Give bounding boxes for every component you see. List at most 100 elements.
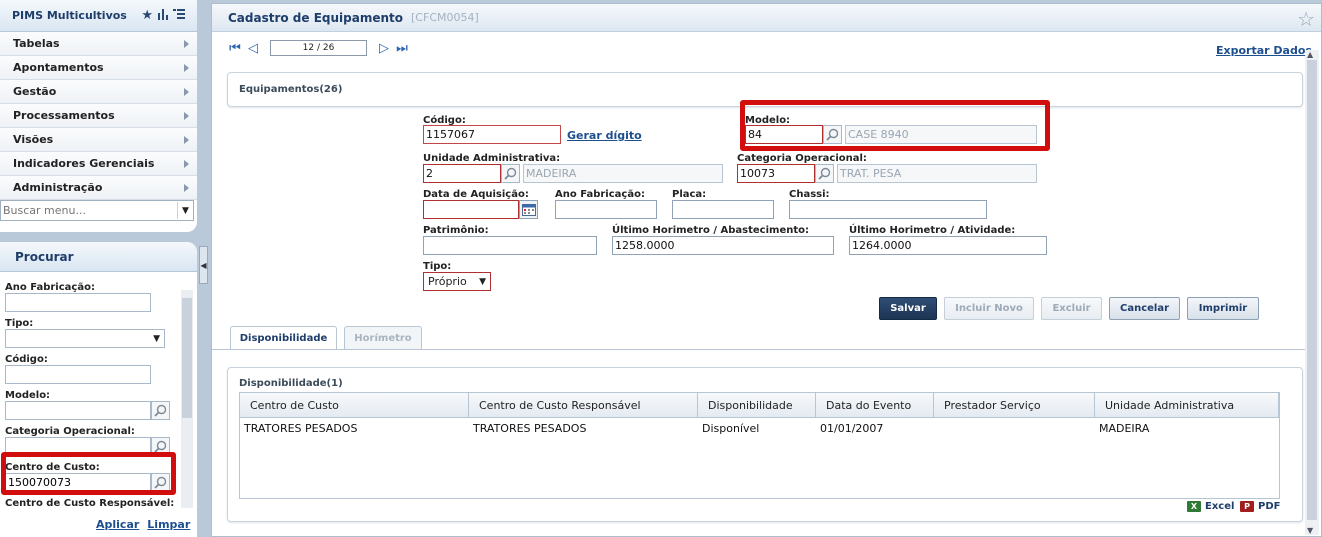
categoria-op-description <box>837 164 1037 183</box>
scroll-down-icon[interactable]: ▼ <box>1307 526 1313 535</box>
unidade-adm-input[interactable] <box>423 164 501 183</box>
calendar-icon[interactable] <box>519 200 538 219</box>
menu-item-1[interactable]: Apontamentos <box>0 56 197 80</box>
record-pager: ⏮ ◁ 12 / 26 ▷ ⏭ <box>228 40 409 56</box>
apply-link[interactable]: Aplicar <box>96 518 139 531</box>
cancel-button[interactable]: Cancelar <box>1109 297 1180 320</box>
list-icon[interactable] <box>173 8 185 24</box>
categoria-op-input[interactable] <box>737 164 815 183</box>
table-cell: Disponível <box>702 421 760 435</box>
bar-chart-icon[interactable] <box>157 8 169 24</box>
search-modelo-label: Modelo: <box>5 390 51 401</box>
grid-column-header[interactable]: Disponibilidade <box>698 393 816 417</box>
menu-list: Tabelas Apontamentos Gestão Processamentos V… <box>0 32 197 200</box>
delete-button[interactable]: Excluir <box>1041 297 1102 320</box>
search-modelo-input[interactable] <box>5 401 151 420</box>
next-record-icon[interactable]: ▷ <box>377 41 391 56</box>
grid-column-header[interactable]: Centro de Custo <box>240 393 469 417</box>
grid-column-header[interactable]: Data do Evento <box>816 393 934 417</box>
pdf-icon: P <box>1240 501 1254 512</box>
scroll-up-icon[interactable]: ▲ <box>1307 50 1313 59</box>
search-icon[interactable] <box>151 401 170 420</box>
menu-item-3[interactable]: Processamentos <box>0 104 197 128</box>
table-cell: 01/01/2007 <box>820 421 884 435</box>
table-cell: MADEIRA <box>1099 421 1150 435</box>
menu-search[interactable]: ▼ <box>0 200 194 221</box>
grid-column-header[interactable]: Prestador Serviço <box>934 393 1095 417</box>
patrimonio-label: Patrimônio: <box>423 225 489 236</box>
grid-column-header[interactable]: Centro de Custo Responsável <box>469 393 698 417</box>
chevron-right-icon <box>184 159 189 168</box>
last-record-icon[interactable]: ⏭ <box>395 41 409 56</box>
include-new-button[interactable]: Incluir Novo <box>944 297 1034 320</box>
disponibilidade-grid: Centro de Custo Centro de Custo Responsáv… <box>239 392 1280 499</box>
data-aquisicao-input[interactable] <box>423 200 519 219</box>
highlight-box <box>740 100 1050 151</box>
gerar-digito-link[interactable]: Gerar dígito <box>567 129 642 142</box>
print-button[interactable]: Imprimir <box>1187 297 1259 320</box>
ult-hor-ativ-input[interactable] <box>849 236 1047 255</box>
chevron-right-icon <box>184 39 189 48</box>
menu-item-6[interactable]: Administração <box>0 176 197 200</box>
grid-header: Centro de Custo Centro de Custo Responsáv… <box>240 393 1279 418</box>
ano-fabricacao-input[interactable] <box>555 200 657 219</box>
menu-item-label: Gestão <box>13 85 57 98</box>
search-ano-input[interactable] <box>5 293 151 312</box>
table-row[interactable]: TRATORES PESADOS TRATORES PESADOS Disponív… <box>240 418 1279 438</box>
main-scrollbar[interactable]: ▲ ▼ <box>1305 50 1319 535</box>
menu-item-5[interactable]: Indicadores Gerenciais <box>0 152 197 176</box>
first-record-icon[interactable]: ⏮ <box>228 41 242 56</box>
search-icon[interactable] <box>501 164 520 183</box>
tab-disponibilidade[interactable]: Disponibilidade <box>230 326 337 350</box>
tab-horimetro[interactable]: Horímetro <box>344 326 422 349</box>
previous-record-icon[interactable]: ◁ <box>246 41 260 56</box>
chevron-right-icon <box>184 63 189 72</box>
tipo-select[interactable]: Próprio ▼ <box>423 272 491 291</box>
search-codigo-input[interactable] <box>5 365 151 384</box>
menu-item-label: Processamentos <box>13 109 115 122</box>
placa-input[interactable] <box>672 200 774 219</box>
scrollbar-thumb[interactable] <box>1307 60 1317 520</box>
main-header: Cadastro de Equipamento [CFCM0054] <box>212 4 1321 32</box>
excel-icon: X <box>1187 501 1201 512</box>
chevron-down-icon: ▼ <box>479 276 486 287</box>
search-panel-scrollbar[interactable] <box>181 290 193 508</box>
search-icon[interactable] <box>815 164 834 183</box>
search-panel: Procurar Ano Fabricação: Tipo: ▼ Código:… <box>0 242 197 537</box>
scrollbar-thumb[interactable] <box>182 298 192 418</box>
menu-item-label: Apontamentos <box>13 61 104 74</box>
unidade-adm-description <box>523 164 723 183</box>
search-codigo-label: Código: <box>5 354 48 365</box>
search-tipo-select[interactable]: ▼ <box>5 329 165 348</box>
pdf-export[interactable]: P PDF <box>1240 501 1280 512</box>
collapse-panel-button[interactable]: ◀ <box>199 246 208 284</box>
main-panel: Cadastro de Equipamento [CFCM0054] ☆ ⏮ ◁… <box>211 3 1322 537</box>
menu-item-label: Tabelas <box>13 37 60 50</box>
export-data-link[interactable]: Exportar Dados <box>1216 44 1312 57</box>
menu-item-label: Indicadores Gerenciais <box>13 157 155 170</box>
equipment-section-title: Equipamentos(26) <box>239 84 343 95</box>
chevron-down-icon[interactable]: ▼ <box>177 202 193 219</box>
save-button[interactable]: Salvar <box>879 297 937 320</box>
ult-hor-abast-input[interactable] <box>612 236 834 255</box>
menu-item-0[interactable]: Tabelas <box>0 32 197 56</box>
grid-column-header[interactable]: Unidade Administrativa <box>1095 393 1279 417</box>
data-aquisicao-label: Data de Aquisição: <box>423 189 529 200</box>
chevron-right-icon <box>184 87 189 96</box>
excel-export[interactable]: X Excel <box>1187 501 1234 512</box>
search-tipo-label: Tipo: <box>5 318 34 329</box>
patrimonio-input[interactable] <box>423 236 597 255</box>
menu-item-4[interactable]: Visões <box>0 128 197 152</box>
categoria-op-label: Categoria Operacional: <box>737 153 867 164</box>
page-indicator[interactable]: 12 / 26 <box>270 40 367 56</box>
clear-link[interactable]: Limpar <box>147 518 190 531</box>
table-cell: TRATORES PESADOS <box>244 421 358 435</box>
codigo-input[interactable] <box>423 125 561 144</box>
star-icon[interactable]: ★ <box>141 8 153 24</box>
chevron-down-icon: ▼ <box>153 333 160 344</box>
search-panel-title: Procurar <box>0 242 197 272</box>
menu-search-input[interactable] <box>1 201 177 220</box>
favorite-star-icon[interactable]: ☆ <box>1297 7 1315 31</box>
chassi-input[interactable] <box>789 200 987 219</box>
menu-item-2[interactable]: Gestão <box>0 80 197 104</box>
